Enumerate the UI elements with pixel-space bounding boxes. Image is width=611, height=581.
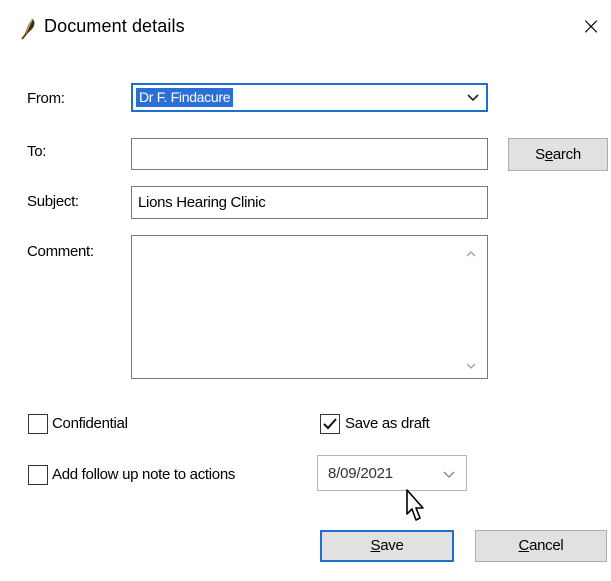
dialog-title: Document details [44, 16, 185, 36]
follow-up-label[interactable]: Add follow up note to actions [52, 466, 235, 483]
confidential-checkbox[interactable] [28, 414, 48, 434]
save-as-draft-checkbox[interactable] [320, 414, 340, 434]
mouse-pointer-icon [401, 488, 427, 526]
cancel-button[interactable]: Cancel [475, 530, 607, 562]
close-button[interactable]: × [579, 12, 603, 40]
subject-input[interactable]: Lions Hearing Clinic [131, 186, 488, 219]
save-as-draft-label[interactable]: Save as draft [345, 415, 430, 432]
title-bar: Document details × [0, 0, 611, 60]
comment-label: Comment: [27, 243, 94, 260]
subject-value: Lions Hearing Clinic [138, 194, 266, 211]
comment-textarea[interactable] [131, 235, 488, 379]
feather-pen-icon [20, 18, 38, 40]
search-button[interactable]: Search [508, 138, 608, 171]
to-label: To: [27, 143, 47, 160]
scroll-up-icon[interactable] [465, 246, 477, 257]
from-label: From: [27, 90, 65, 107]
document-details-dialog: Document details × From: Dr F. Findacure… [0, 0, 611, 581]
chevron-down-icon[interactable] [442, 464, 456, 484]
from-selected-value: Dr F. Findacure [136, 88, 234, 107]
follow-up-date-picker[interactable]: 8/09/2021 [317, 455, 467, 491]
save-button[interactable]: Save [320, 530, 454, 562]
subject-label: Subject: [27, 193, 79, 210]
chevron-down-icon[interactable] [466, 87, 480, 107]
scroll-down-icon[interactable] [465, 358, 477, 369]
from-combobox[interactable]: Dr F. Findacure [131, 83, 488, 112]
follow-up-checkbox[interactable] [28, 465, 48, 485]
checkmark-icon [323, 418, 337, 430]
follow-up-date-value: 8/09/2021 [328, 465, 393, 482]
to-input[interactable] [131, 138, 488, 170]
confidential-label[interactable]: Confidential [52, 415, 128, 432]
